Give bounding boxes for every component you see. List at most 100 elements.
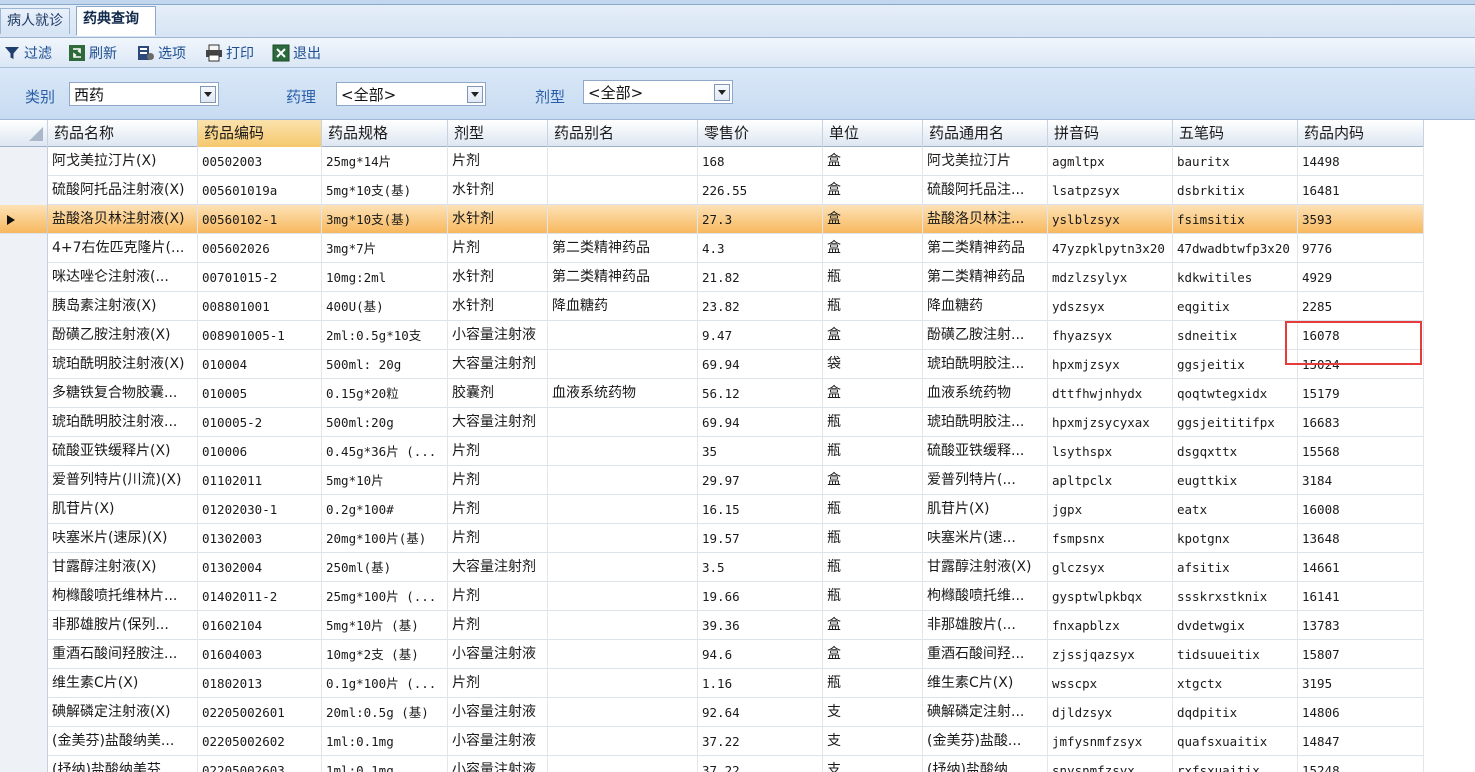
table-cell: sdneitix [1173,321,1298,350]
tab-patient-visit[interactable]: 病人就诊 [0,8,70,34]
table-row[interactable]: 咪达唑仑注射液(... 00701015-2 10mg:2ml 水针剂 第二类精神药品 2… [0,263,1424,292]
table-row[interactable]: (金美芬)盐酸纳美... 02205002602 1ml:0.1mg 小容量注射液 37… [0,727,1424,756]
table-cell: 片剂 [448,611,548,640]
table-row[interactable]: 碘解磷定注射液(X) 02205002601 20ml:0.5g (基) 小容量注射液… [0,698,1424,727]
table-cell: 片剂 [448,437,548,466]
row-indicator[interactable] [0,611,48,640]
column-header[interactable]: 药品通用名 [923,120,1048,147]
table-row[interactable]: 阿戈美拉汀片(X) 00502003 25mg*14片 片剂 168 盒阿戈美拉汀片 agm… [0,147,1424,176]
row-indicator[interactable] [0,321,48,350]
table-row[interactable]: 盐酸洛贝林注射液(X) 00560102-1 3mg*10支(基) 水针剂 27.3 盒盐… [0,205,1424,234]
row-indicator[interactable] [0,176,48,205]
table-cell: dttfhwjnhydx [1048,379,1173,408]
row-indicator[interactable] [0,553,48,582]
column-header[interactable]: 剂型 [448,120,548,147]
chevron-down-icon[interactable] [200,86,216,103]
table-cell: djldzsyx [1048,698,1173,727]
table-cell: 支 [823,756,923,772]
table-row[interactable]: 胰岛素注射液(X) 008801001 400U(基) 水针剂 降血糖药 23.82 瓶降血… [0,292,1424,321]
row-indicator[interactable] [0,756,48,772]
chevron-down-icon[interactable] [714,84,730,101]
table-cell: 第二类精神药品 [923,263,1048,292]
column-header[interactable]: 拼音码 [1048,120,1173,147]
table-row[interactable]: 呋塞米片(速尿)(X) 01302003 20mg*100片(基) 片剂 19.57 瓶呋… [0,524,1424,553]
row-indicator[interactable] [0,292,48,321]
table-row[interactable]: 琥珀酰明胶注射液... 010005-2 500ml:20g 大容量注射剂 69.94 瓶… [0,408,1424,437]
table-row[interactable]: 酚磺乙胺注射液(X) 008901005-1 2ml:0.5g*10支 小容量注射液 9… [0,321,1424,350]
table-cell: mdzlzsylyx [1048,263,1173,292]
table-cell: 4+7右佐匹克隆片(... [48,234,198,263]
options-button[interactable]: 选项 [137,42,186,64]
table-row[interactable]: 非那雄胺片(保列... 01602104 5mg*10片 (基) 片剂 39.36 盒非那… [0,611,1424,640]
table-row[interactable]: 甘露醇注射液(X) 01302004 250ml(基) 大容量注射剂 3.5 瓶甘露醇注射… [0,553,1424,582]
table-row[interactable]: 硫酸亚铁缓释片(X) 010006 0.45g*36片 (... 片剂 35 瓶硫酸亚铁缓… [0,437,1424,466]
table-cell: dvdetwgix [1173,611,1298,640]
table-row[interactable]: 硫酸阿托品注射液(X) 005601019a 5mg*10支(基) 水针剂 226.55… [0,176,1424,205]
category-dropdown[interactable]: 西药 [69,82,219,106]
table-row[interactable]: (抒纳)盐酸纳美芬... 02205002603 1ml:0.1mg 小容量注射液 37… [0,756,1424,772]
row-indicator[interactable] [0,524,48,553]
chevron-down-icon[interactable] [467,86,483,103]
exit-button[interactable]: 退出 [272,42,321,64]
column-header[interactable]: 药品规格 [322,120,448,147]
row-indicator[interactable] [0,147,48,176]
dosage-form-dropdown[interactable]: <全部> [583,80,733,104]
print-button[interactable]: 打印 [205,42,254,64]
table-cell [548,205,698,234]
row-indicator[interactable] [0,263,48,292]
row-indicator[interactable] [0,669,48,698]
table-row[interactable]: 4+7右佐匹克隆片(... 005602026 3mg*7片 片剂 第二类精神药品 4.3… [0,234,1424,263]
row-indicator[interactable] [0,350,48,379]
table-row[interactable]: 重酒石酸间羟胺注... 01604003 10mg*2支 (基) 小容量注射液 94.6… [0,640,1424,669]
table-cell: 010005-2 [198,408,322,437]
table-cell: gysptwlpkbqx [1048,582,1173,611]
column-header[interactable]: 药品名称 [48,120,198,147]
row-indicator[interactable] [0,205,48,234]
row-indicator[interactable] [0,727,48,756]
table-header: 药品名称 药品编码 药品规格 剂型 药品别名 零售价 单位 药品通用名 拼音码 五笔码 药品内码 [0,120,1424,147]
column-header[interactable]: 药品别名 [548,120,698,147]
row-indicator[interactable] [0,698,48,727]
table-row[interactable]: 肌苷片(X) 01202030-1 0.2g*100# 片剂 16.15 瓶肌苷片(X) j… [0,495,1424,524]
row-indicator[interactable] [0,234,48,263]
row-indicator[interactable] [0,640,48,669]
row-indicator[interactable] [0,582,48,611]
table-row[interactable]: 爱普列特片(川流)(X) 01102011 5mg*10片 片剂 29.97 盒爱普列特片… [0,466,1424,495]
filter-button[interactable]: 过滤 [3,42,52,64]
row-indicator[interactable] [0,495,48,524]
table-cell: 枸橼酸喷托维林片... [48,582,198,611]
tab-drug-lookup[interactable]: 药典查询 [76,6,156,36]
table-cell [548,640,698,669]
table-cell: snysnmfzsyx [1048,756,1173,772]
column-header[interactable]: 单位 [823,120,923,147]
table-cell: 酚磺乙胺注射... [923,321,1048,350]
table-cell: 盒 [823,205,923,234]
table-cell: glczsyx [1048,553,1173,582]
table-row[interactable]: 多糖铁复合物胶囊... 010005 0.15g*20粒 胶囊剂 血液系统药物 56.12… [0,379,1424,408]
table-cell: 瓶 [823,582,923,611]
table-row[interactable]: 琥珀酰明胶注射液(X) 010004 500ml: 20g 大容量注射剂 69.94 袋琥… [0,350,1424,379]
table-cell: afsitix [1173,553,1298,582]
row-indicator[interactable] [0,437,48,466]
table-cell [548,582,698,611]
column-header[interactable]: 药品内码 [1298,120,1424,147]
table-cell: 瓶 [823,263,923,292]
table-cell: 硫酸亚铁缓释... [923,437,1048,466]
row-indicator[interactable] [0,466,48,495]
table-row[interactable]: 枸橼酸喷托维林片... 01402011-2 25mg*100片 (... 片剂 19.… [0,582,1424,611]
pharmacology-dropdown[interactable]: <全部> [336,82,486,106]
column-header[interactable]: 五笔码 [1173,120,1298,147]
corner-triangle-icon [29,127,43,141]
column-header[interactable]: 药品编码 [198,120,322,147]
column-header[interactable]: 零售价 [698,120,823,147]
table-cell [548,466,698,495]
table-cell: 15024 [1298,350,1424,379]
table-cell: 3mg*7片 [322,234,448,263]
refresh-button[interactable]: 刷新 [68,42,117,64]
table-cell: dsbrkitix [1173,176,1298,205]
table-row[interactable]: 维生素C片(X) 01802013 0.1g*100片 (... 片剂 1.16 瓶维生素… [0,669,1424,698]
row-indicator[interactable] [0,379,48,408]
row-indicator[interactable] [0,408,48,437]
header-corner[interactable] [0,120,48,147]
table-cell: 维生素C片(X) [923,669,1048,698]
